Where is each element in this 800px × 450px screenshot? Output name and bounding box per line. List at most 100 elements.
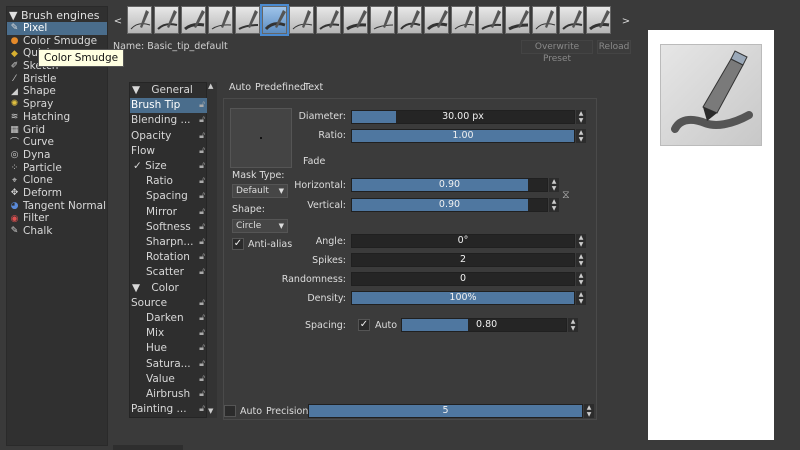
lock-icon[interactable]: 🔓︎ [199, 205, 205, 220]
category-item[interactable]: Opacity 🔓︎ [130, 129, 208, 144]
category-item[interactable]: Mirror 🔓︎ [130, 205, 208, 220]
tab-auto[interactable]: Auto [229, 82, 251, 96]
lock-icon[interactable]: 🔓︎ [199, 113, 205, 128]
lock-icon[interactable]: 🔓︎ [199, 372, 205, 387]
category-item[interactable]: Flow 🔓︎ [130, 144, 208, 159]
lock-icon[interactable]: 🔓︎ [199, 189, 205, 204]
diameter-slider[interactable]: 30.00 px [351, 110, 575, 124]
category-item[interactable]: Spacing 🔓︎ [130, 189, 208, 204]
angle-spinner[interactable]: ▲ ▼ [576, 234, 586, 248]
precision-auto-checkbox[interactable] [224, 405, 236, 417]
preset-thumbnail[interactable] [505, 6, 530, 34]
density-slider[interactable]: 100% [351, 291, 575, 305]
brush-engines-header[interactable]: ▼ Brush engines [9, 9, 99, 22]
density-spinner[interactable]: ▲ ▼ [576, 291, 586, 305]
angle-slider[interactable]: 0° [351, 234, 575, 248]
preset-thumbnail[interactable] [370, 6, 395, 34]
engine-item[interactable]: ◕ Tangent Normal [7, 200, 107, 213]
lock-icon[interactable]: 🔓︎ [199, 402, 205, 417]
spacing-auto-checkbox[interactable]: ✓ [358, 319, 370, 331]
preset-thumbnail[interactable] [397, 6, 422, 34]
category-group[interactable]: ▼ Color [130, 281, 208, 296]
preset-thumbnail[interactable] [451, 6, 476, 34]
category-item[interactable]: Sharpn... 🔓︎ [130, 235, 208, 250]
link-aspect-icon[interactable]: ⧖ [562, 182, 574, 208]
scroll-up-icon[interactable]: ▲ [208, 82, 213, 90]
category-item[interactable]: ✓ Size 🔓︎ [130, 159, 208, 174]
preset-thumbnail[interactable] [559, 6, 584, 34]
scroll-down-icon[interactable]: ▼ [208, 407, 213, 415]
engine-item[interactable]: ⁄ Bristle [7, 73, 107, 86]
vertical-spinner[interactable]: ▲ ▼ [549, 198, 559, 212]
lock-icon[interactable]: 🔓︎ [199, 220, 205, 235]
categories-scrollbar[interactable]: ▲ ▼ [207, 82, 217, 418]
category-item[interactable]: Scatter 🔓︎ [130, 265, 208, 280]
engine-item[interactable]: ✎ Pixel [7, 22, 107, 35]
lock-icon[interactable]: 🔓︎ [199, 98, 205, 113]
lock-icon[interactable]: 🔓︎ [199, 341, 205, 356]
category-item[interactable]: Softness 🔓︎ [130, 220, 208, 235]
preset-thumbnail[interactable] [532, 6, 557, 34]
lock-icon[interactable]: 🔓︎ [199, 311, 205, 326]
engine-item[interactable]: ◉ Filter [7, 212, 107, 225]
category-item[interactable]: Mix 🔓︎ [130, 326, 208, 341]
preset-thumbnail[interactable] [235, 6, 260, 34]
category-item[interactable]: Source 🔓︎ [130, 296, 208, 311]
engine-item[interactable]: ⌒ Curve [7, 136, 107, 149]
preset-thumbnail[interactable] [586, 6, 611, 34]
category-item[interactable]: Painting ... 🔓︎ [130, 402, 208, 417]
engine-item[interactable]: ✎ Chalk [7, 225, 107, 238]
category-item[interactable]: Brush Tip 🔓︎ [130, 98, 208, 114]
category-group[interactable]: ▼ General [130, 83, 208, 98]
tab-predefined[interactable]: Predefined [255, 82, 306, 96]
preset-thumbnail[interactable] [127, 6, 152, 34]
lock-icon[interactable]: 🔓︎ [199, 144, 205, 159]
precision-slider[interactable]: 5 [308, 404, 583, 418]
lock-icon[interactable]: 🔓︎ [199, 265, 205, 280]
preset-thumbnail[interactable] [343, 6, 368, 34]
engine-item[interactable]: ◢ Shape [7, 85, 107, 98]
preset-thumbnail[interactable] [316, 6, 341, 34]
reload-button[interactable]: Reload [597, 40, 631, 54]
preset-thumbnail[interactable] [478, 6, 503, 34]
randomness-spinner[interactable]: ▲ ▼ [576, 272, 586, 286]
shape-select[interactable]: Circle ▼ [232, 219, 288, 233]
vertical-slider[interactable]: 0.90 [351, 198, 548, 212]
engine-item[interactable]: ▦ Grid [7, 124, 107, 137]
category-item[interactable]: Rotation 🔓︎ [130, 250, 208, 265]
preset-thumbnail[interactable] [289, 6, 314, 34]
category-item[interactable]: Hue 🔓︎ [130, 341, 208, 356]
diameter-spinner[interactable]: ▲ ▼ [576, 110, 586, 124]
precision-spinner[interactable]: ▲ ▼ [584, 404, 594, 418]
engine-item[interactable]: ⌖ Clone [7, 174, 107, 187]
preset-thumbnail[interactable] [181, 6, 206, 34]
lock-icon[interactable]: 🔓︎ [199, 159, 205, 174]
category-item[interactable]: Ratio 🔓︎ [130, 174, 208, 189]
lock-icon[interactable]: 🔓︎ [199, 174, 205, 189]
preset-thumbnail[interactable] [424, 6, 449, 34]
category-item[interactable]: Airbrush 🔓︎ [130, 387, 208, 402]
tab-text[interactable]: Text [304, 82, 323, 96]
engine-item[interactable]: ✥ Deform [7, 187, 107, 200]
lock-icon[interactable]: 🔓︎ [199, 387, 205, 402]
engine-item[interactable]: ≋ Hatching [7, 111, 107, 124]
lock-icon[interactable]: 🔓︎ [199, 296, 205, 311]
lock-icon[interactable]: 🔓︎ [199, 250, 205, 265]
engine-item[interactable]: ◎ Dyna [7, 149, 107, 162]
preset-thumbnail[interactable] [154, 6, 179, 34]
preset-thumbnail[interactable] [260, 4, 289, 36]
engine-item[interactable]: ✺ Spray [7, 98, 107, 111]
preset-prev-button[interactable]: < [113, 14, 123, 30]
collapse-arrow-icon[interactable]: ▼ [9, 9, 17, 22]
spikes-slider[interactable]: 2 [351, 253, 575, 267]
category-item[interactable]: Value 🔓︎ [130, 372, 208, 387]
preset-thumbnail[interactable] [208, 6, 233, 34]
horizontal-slider[interactable]: 0.90 [351, 178, 548, 192]
horizontal-spinner[interactable]: ▲ ▼ [549, 178, 559, 192]
category-item[interactable]: Darken 🔓︎ [130, 311, 208, 326]
lock-icon[interactable]: 🔓︎ [199, 357, 205, 372]
overwrite-preset-button[interactable]: Overwrite Preset [521, 40, 593, 64]
preset-next-button[interactable]: > [621, 14, 631, 30]
engine-item[interactable]: ● Color Smudge [7, 35, 107, 48]
spacing-spinner[interactable]: ▲ ▼ [568, 318, 578, 332]
